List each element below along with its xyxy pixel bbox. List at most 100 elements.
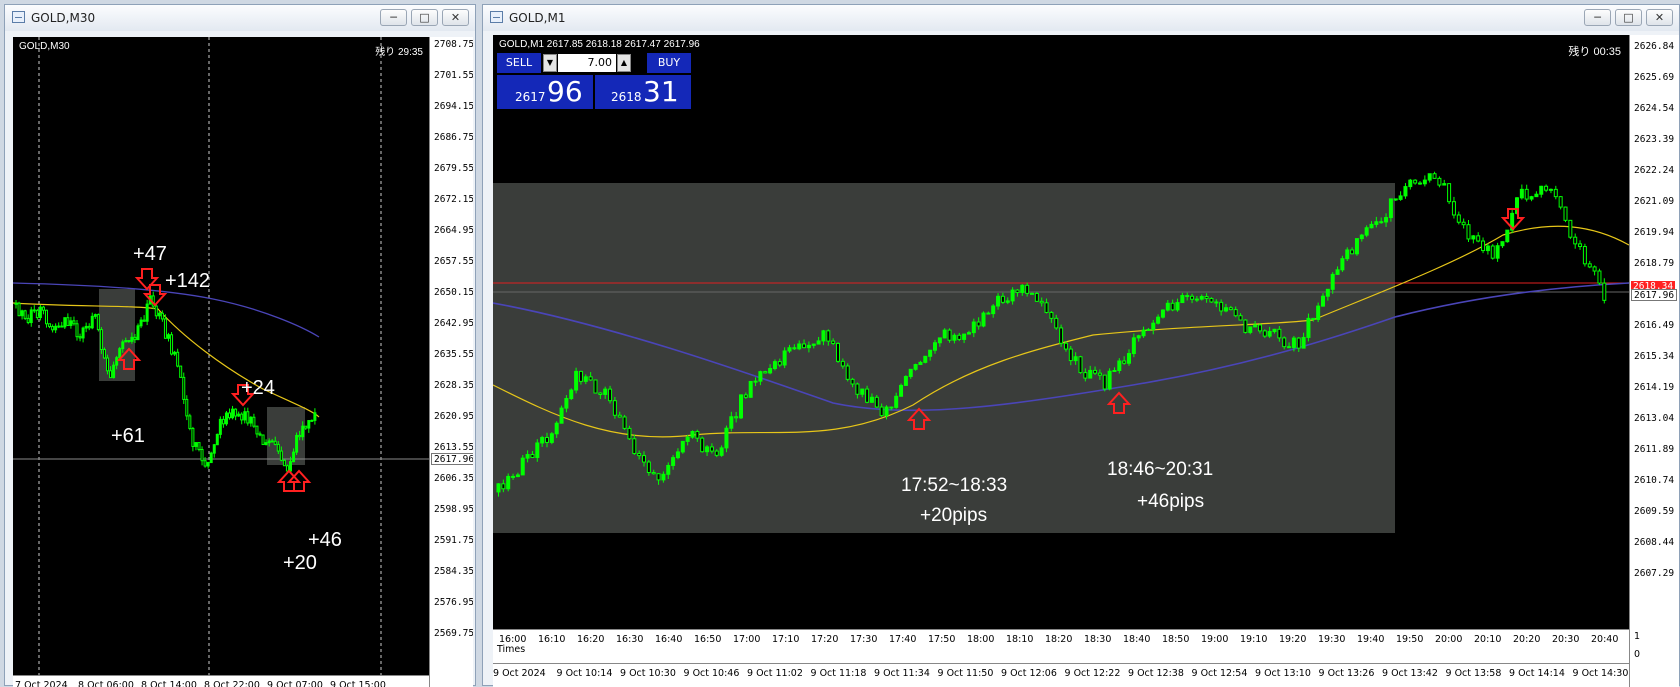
right-candle-body bbox=[894, 395, 899, 408]
right-candle-body bbox=[1432, 173, 1437, 179]
maximize-button[interactable]: □ bbox=[1615, 9, 1642, 26]
left-candle-body bbox=[54, 325, 58, 331]
left-chart-window[interactable]: GOLD,M30 ─ □ ✕ GOLD,M30 残り 29:35 +47 +14… bbox=[4, 4, 476, 687]
annotation-pips-2: +46pips bbox=[1137, 491, 1205, 512]
right-candle-body bbox=[1524, 188, 1529, 200]
right-candle-body bbox=[1097, 372, 1102, 376]
left-candle-body bbox=[57, 325, 61, 328]
buy-button[interactable]: BUY bbox=[647, 53, 691, 73]
left-candle-body bbox=[115, 357, 119, 366]
sell-button[interactable]: SELL bbox=[497, 53, 541, 73]
right-time-tick-15: 9 Oct 13:58 bbox=[1445, 668, 1502, 679]
right-time-tick-12: 9 Oct 13:10 bbox=[1255, 668, 1311, 679]
right-candle-body bbox=[1287, 346, 1292, 349]
left-price-axis[interactable]: 2708.75 2701.55 2694.15 2686.75 2679.55 2672.… bbox=[429, 37, 473, 687]
right-candle-body bbox=[928, 349, 933, 357]
right-candle-body bbox=[1393, 198, 1398, 201]
buy-price-button[interactable]: 2618 31 bbox=[595, 75, 691, 109]
maximize-button[interactable]: □ bbox=[411, 9, 438, 26]
close-button[interactable]: ✕ bbox=[1646, 9, 1673, 26]
right-candle-body bbox=[637, 452, 642, 457]
right-candle-body bbox=[1151, 322, 1156, 330]
lot-size-input[interactable]: 7.00 bbox=[558, 54, 616, 72]
right-candle-body bbox=[1563, 206, 1568, 221]
right-chart-window[interactable]: GOLD,M1 ─ □ ✕ GOLD,M1 2617.85 2618.18 26… bbox=[482, 4, 1680, 687]
right-candle-body bbox=[739, 394, 743, 419]
right-candle-body bbox=[608, 388, 613, 402]
right-candle-body bbox=[937, 337, 942, 344]
sub-time-tick-16: 18:40 bbox=[1123, 634, 1151, 645]
right-candle-body bbox=[1602, 282, 1607, 301]
lot-decrease-button[interactable]: ▼ bbox=[543, 54, 557, 72]
right-candle-body bbox=[1553, 188, 1558, 198]
right-chart-area[interactable]: GOLD,M1 2617.85 2618.18 2617.47 2617.96 … bbox=[493, 35, 1679, 687]
right-candle-body bbox=[515, 474, 520, 478]
left-candle-body bbox=[246, 411, 250, 424]
sub-time-tick-20: 19:20 bbox=[1279, 634, 1307, 645]
left-candle-body bbox=[237, 413, 241, 417]
right-candle-body bbox=[957, 334, 962, 340]
left-candle-body bbox=[176, 351, 180, 367]
left-candle-body bbox=[282, 459, 286, 467]
right-price-tick-5: 2621.09 bbox=[1634, 196, 1675, 207]
right-price-tick-0: 2626.84 bbox=[1634, 41, 1675, 52]
right-candle-body bbox=[836, 342, 840, 362]
left-candle-body bbox=[194, 442, 198, 447]
sub-time-tick-12: 18:00 bbox=[967, 634, 995, 645]
right-candle-body bbox=[1330, 273, 1335, 290]
left-candle-body bbox=[29, 309, 33, 324]
left-candle-body bbox=[212, 444, 216, 454]
left-candle-body bbox=[221, 418, 225, 425]
right-candle-body bbox=[729, 416, 734, 429]
left-candle-body bbox=[289, 461, 292, 472]
right-candle-body bbox=[588, 376, 593, 381]
minimize-button[interactable]: ─ bbox=[380, 9, 407, 26]
right-candle-body bbox=[1131, 337, 1136, 355]
right-window-titlebar[interactable]: GOLD,M1 ─ □ ✕ bbox=[483, 5, 1679, 31]
right-candle-body bbox=[603, 388, 608, 395]
annotation-pips-1: +20pips bbox=[920, 505, 988, 526]
lot-increase-button[interactable]: ▲ bbox=[617, 54, 631, 72]
right-candle-body bbox=[768, 368, 773, 374]
close-button[interactable]: ✕ bbox=[442, 9, 469, 26]
minimize-button[interactable]: ─ bbox=[1584, 9, 1611, 26]
left-candle-body bbox=[112, 364, 116, 379]
right-window-title: GOLD,M1 bbox=[509, 11, 566, 25]
times-indicator-window[interactable]: 16:00 16:10 16:20 16:30 16:40 16:50 17:00 17:10… bbox=[493, 629, 1629, 663]
left-window-titlebar[interactable]: GOLD,M30 ─ □ ✕ bbox=[5, 5, 475, 31]
right-candle-body bbox=[506, 475, 511, 490]
right-candle-body bbox=[1335, 269, 1340, 275]
right-candle-body bbox=[1471, 235, 1476, 240]
left-price-tick-13: 2613.55 bbox=[434, 442, 473, 453]
right-price-axis[interactable]: 2626.84 2625.69 2624.54 2623.39 2622.24 2621.… bbox=[1629, 35, 1679, 687]
right-time-axis[interactable]: 9 Oct 2024 9 Oct 10:14 9 Oct 10:30 9 Oct 10… bbox=[493, 663, 1629, 687]
right-candle-body bbox=[869, 396, 874, 403]
right-candle-body bbox=[1267, 331, 1272, 337]
right-candle-body bbox=[797, 343, 802, 350]
right-price-tick-3: 2623.39 bbox=[1634, 134, 1675, 145]
right-time-tick-7: 9 Oct 11:50 bbox=[937, 668, 994, 679]
right-candle-body bbox=[1500, 241, 1505, 247]
left-time-axis[interactable]: 7 Oct 2024 8 Oct 06:00 8 Oct 14:00 8 Oct 22… bbox=[13, 675, 429, 687]
annotation-plus-61: +61 bbox=[111, 425, 145, 447]
left-chart-area[interactable]: GOLD,M30 残り 29:35 +47 +142 +61 +24 +46 +… bbox=[13, 37, 473, 687]
right-candle-body bbox=[908, 368, 913, 378]
right-candle-body bbox=[1340, 258, 1345, 271]
chart-window-icon bbox=[12, 11, 25, 23]
right-candle-body bbox=[1374, 221, 1379, 225]
right-candle-body bbox=[1291, 337, 1296, 349]
right-candle-body bbox=[656, 473, 661, 481]
right-candle-body bbox=[840, 360, 845, 367]
left-candle-body bbox=[45, 309, 48, 325]
chart-window-icon bbox=[490, 11, 503, 23]
right-candle-body bbox=[1306, 317, 1311, 338]
left-candle-body bbox=[136, 325, 140, 341]
right-candle-body bbox=[782, 350, 787, 366]
right-candle-body bbox=[685, 436, 690, 442]
right-candle-body bbox=[874, 396, 879, 408]
sell-price-button[interactable]: 2617 96 bbox=[497, 75, 593, 109]
right-candle-body bbox=[1282, 337, 1287, 348]
sub-time-tick-3: 16:30 bbox=[616, 634, 644, 645]
right-time-tick-1: 9 Oct 10:14 bbox=[556, 668, 613, 679]
left-candle-body bbox=[87, 325, 91, 329]
